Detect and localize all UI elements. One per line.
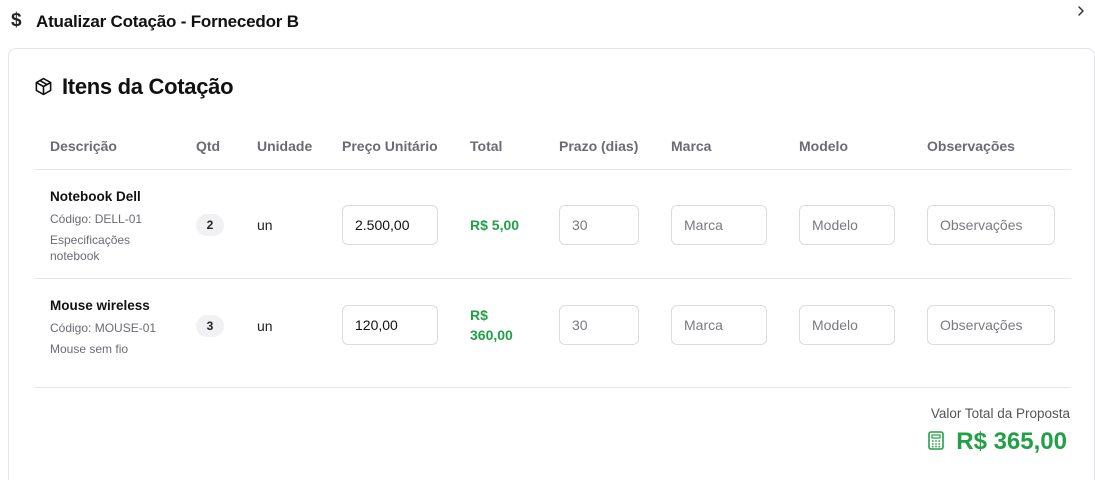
items-card: Itens da Cotação Descrição Qtd Unidade P… xyxy=(8,48,1095,480)
total-value: R$ 365,00 xyxy=(956,428,1067,455)
calculator-icon xyxy=(928,431,944,450)
row-total-cont: 360,00 xyxy=(470,327,513,343)
brand-input[interactable] xyxy=(671,305,767,345)
qty-badge: 2 xyxy=(196,214,224,236)
model-input[interactable] xyxy=(799,305,895,345)
page-title: Atualizar Cotação - Fornecedor B xyxy=(36,12,299,31)
col-header-model: Modelo xyxy=(799,138,848,154)
col-header-notes: Observações xyxy=(927,138,1015,154)
item-name: Mouse wireless xyxy=(50,298,150,313)
chevron-right-icon[interactable] xyxy=(1076,4,1086,18)
unit-price-input[interactable] xyxy=(342,305,438,345)
col-header-deadline: Prazo (dias) xyxy=(559,138,639,154)
model-input[interactable] xyxy=(799,205,895,245)
package-icon xyxy=(35,77,52,96)
item-spec-cont: notebook xyxy=(50,249,100,263)
dollar-icon: $ xyxy=(11,10,22,31)
item-spec: Mouse sem fio xyxy=(50,342,129,356)
row-total: R$ 5,00 xyxy=(470,217,520,233)
col-header-qty: Qtd xyxy=(196,138,221,154)
col-header-unit-price: Preço Unitário xyxy=(342,138,438,154)
table-row: Mouse wireless Código: MOUSE-01 Mouse se… xyxy=(9,279,1095,387)
col-header-unit: Unidade xyxy=(257,138,313,154)
total-label: Valor Total da Proposta xyxy=(930,406,1070,421)
deadline-input[interactable] xyxy=(559,305,639,345)
col-header-brand: Marca xyxy=(671,138,712,154)
notes-input[interactable] xyxy=(927,205,1055,245)
deadline-input[interactable] xyxy=(559,205,639,245)
table-row: Notebook Dell Código: DELL-01 Especifica… xyxy=(9,170,1095,278)
item-spec: Especificações xyxy=(50,233,131,247)
dialog-header: $ Atualizar Cotação - Fornecedor B xyxy=(0,0,1095,44)
notes-input[interactable] xyxy=(927,305,1055,345)
unit-text: un xyxy=(257,318,273,334)
row-total: R$ xyxy=(470,307,488,323)
col-header-description: Descrição xyxy=(50,138,117,154)
brand-input[interactable] xyxy=(671,205,767,245)
unit-text: un xyxy=(257,217,273,233)
item-name: Notebook Dell xyxy=(50,189,141,204)
divider xyxy=(34,387,1071,388)
item-code: Código: MOUSE-01 xyxy=(50,321,157,335)
card-title: Itens da Cotação xyxy=(62,74,234,99)
col-header-total: Total xyxy=(470,138,503,154)
qty-badge: 3 xyxy=(196,315,224,337)
item-code: Código: DELL-01 xyxy=(50,212,143,226)
unit-price-input[interactable] xyxy=(342,205,438,245)
